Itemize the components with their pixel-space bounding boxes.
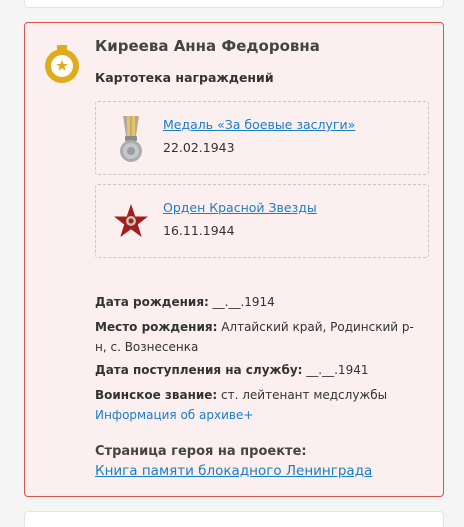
- award-item: Медаль «За боевые заслуги» 22.02.1943: [95, 101, 429, 175]
- hero-page-heading: Страница героя на проекте:: [95, 444, 307, 459]
- military-rank: Воинское звание: ст. лейтенант медслужбы: [95, 385, 425, 405]
- archive-info-link[interactable]: Информация об архиве+: [95, 408, 253, 422]
- red-star-order-icon: [114, 204, 148, 237]
- birth-place-label: Место рождения:: [95, 320, 218, 334]
- military-rank-value: ст. лейтенант медслужбы: [217, 388, 388, 402]
- birth-date-label: Дата рождения:: [95, 295, 209, 309]
- birth-place: Место рождения: Алтайский край, Родински…: [95, 317, 425, 357]
- hero-page-link[interactable]: Книга памяти блокадного Ленинграда: [95, 463, 372, 479]
- service-date-value: __.__.1941: [302, 363, 369, 377]
- person-name: Киреева Анна Федоровна: [95, 37, 320, 55]
- award-date: 22.02.1943: [163, 140, 235, 155]
- military-rank-label: Воинское звание:: [95, 388, 218, 402]
- award-badge-icon: [45, 45, 79, 83]
- hero-card: Киреева Анна Федоровна Картотека награжд…: [24, 22, 444, 497]
- award-item: Орден Красной Звезды 16.11.1944: [95, 184, 429, 258]
- award-link[interactable]: Орден Красной Звезды: [163, 200, 317, 215]
- birth-date-value: __.__.1914: [208, 295, 275, 309]
- service-date-label: Дата поступления на службу:: [95, 363, 303, 377]
- medal-icon: [120, 116, 142, 162]
- next-card: [24, 511, 444, 527]
- award-date: 16.11.1944: [163, 223, 235, 238]
- previous-card: [24, 0, 444, 8]
- award-link[interactable]: Медаль «За боевые заслуги»: [163, 117, 355, 132]
- awards-registry-title: Картотека награждений: [95, 70, 274, 85]
- service-date: Дата поступления на службу: __.__.1941: [95, 360, 425, 380]
- birth-date: Дата рождения: __.__.1914: [95, 292, 425, 312]
